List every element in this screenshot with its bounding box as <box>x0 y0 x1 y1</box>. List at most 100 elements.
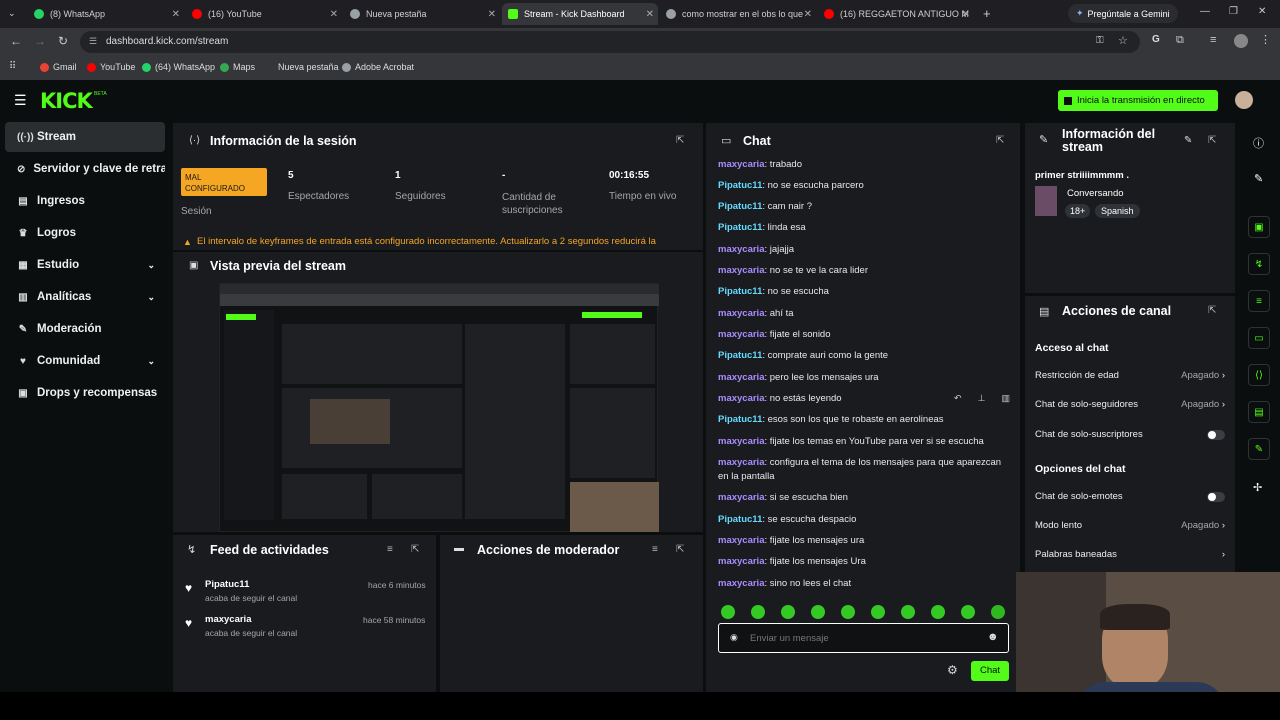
emote-icon[interactable] <box>961 605 975 619</box>
chat-input[interactable]: ◉ Enviar un mensaje ☻ <box>718 623 1009 653</box>
chat-username[interactable]: maxycaria <box>718 492 764 503</box>
chat-username[interactable]: maxycaria <box>718 265 764 276</box>
chat-message[interactable]: Pipatuc11: se escucha despacio <box>718 513 1008 527</box>
banned-words-row[interactable]: Palabras baneadas › <box>1035 549 1225 560</box>
sidebar-item-comunidad[interactable]: ♥ Comunidad ⌄ <box>5 346 165 376</box>
chat-username[interactable]: maxycaria <box>718 372 764 383</box>
tab-search-list-icon[interactable]: ≡ <box>1210 34 1216 46</box>
close-tab-icon[interactable]: ✕ <box>172 9 180 20</box>
chat-settings-gear-icon[interactable]: ⚙ <box>947 663 958 677</box>
filter-icon[interactable]: ≡ <box>387 544 393 555</box>
hamburger-menu-icon[interactable]: ☰ <box>14 92 27 109</box>
sidebar-item-ingresos[interactable]: ▤ Ingresos <box>5 186 165 216</box>
chat-username[interactable]: Pipatuc11 <box>718 414 762 425</box>
chat-username[interactable]: maxycaria <box>718 308 764 319</box>
chat-message[interactable]: maxycaria: ahí ta <box>718 307 1008 321</box>
browser-tab-google[interactable]: como mostrar en el obs lo que ✕ <box>660 3 816 25</box>
new-tab-button[interactable]: + <box>983 6 991 21</box>
bookmark-gmail[interactable]: Gmail <box>40 62 77 72</box>
rail-channel-button[interactable]: ▤ <box>1248 401 1270 423</box>
chat-message[interactable]: maxycaria: sino no lees el chat <box>718 577 1008 591</box>
close-tab-icon[interactable]: ✕ <box>804 9 812 20</box>
chat-username[interactable]: Pipatuc11 <box>718 201 762 212</box>
feed-user[interactable]: maxycaria <box>205 614 251 625</box>
popout-icon[interactable]: ⇱ <box>1208 305 1216 316</box>
emote-icon[interactable] <box>781 605 795 619</box>
emote-icon[interactable] <box>751 605 765 619</box>
bookmark-maps[interactable]: Maps <box>220 62 255 72</box>
emotes-only-toggle[interactable] <box>1207 491 1225 502</box>
chat-message[interactable]: maxycaria: fijate el sonido <box>718 328 1008 342</box>
smiley-icon[interactable]: ☻ <box>987 631 999 643</box>
close-tab-icon[interactable]: ✕ <box>488 9 496 20</box>
minimize-icon[interactable]: — <box>1200 6 1210 17</box>
emote-icon[interactable] <box>991 605 1005 619</box>
edit-icon[interactable]: ✎ <box>1254 172 1263 185</box>
emote-picker-icon[interactable]: ◉ <box>730 632 738 643</box>
bookmark-whatsapp[interactable]: (64) WhatsApp <box>142 62 215 72</box>
maximize-icon[interactable]: ❐ <box>1229 6 1238 17</box>
edit-pencil-icon[interactable]: ✎ <box>1184 135 1192 146</box>
rail-chat-button[interactable]: ▭ <box>1248 327 1270 349</box>
browser-tab-kick[interactable]: Stream - Kick Dashboard ✕ <box>502 3 658 25</box>
chat-username[interactable]: Pipatuc11 <box>718 350 762 361</box>
chat-username[interactable]: maxycaria <box>718 393 764 404</box>
popout-icon[interactable]: ⇱ <box>1208 135 1216 146</box>
chat-username[interactable]: maxycaria <box>718 578 764 589</box>
info-icon[interactable]: ⓘ <box>1253 135 1264 151</box>
reload-icon[interactable]: ↻ <box>58 34 68 48</box>
subs-only-row[interactable]: Chat de solo-suscriptores <box>1035 429 1225 440</box>
rail-stream-button[interactable]: ⟨⟩ <box>1248 364 1270 386</box>
forward-icon[interactable]: → <box>34 34 46 48</box>
bookmark-youtube[interactable]: YouTube <box>87 62 135 72</box>
close-window-icon[interactable]: ✕ <box>1258 6 1266 17</box>
chat-message[interactable]: maxycaria: si se escucha bien <box>718 491 1008 505</box>
followers-only-row[interactable]: Chat de solo-seguidores Apagado › <box>1035 399 1225 410</box>
sidebar-item-moderacion[interactable]: ✎ Moderación <box>5 314 165 344</box>
stream-preview-video[interactable] <box>219 283 659 532</box>
chat-message[interactable]: Pipatuc11: esos son los que te robaste e… <box>718 413 1008 427</box>
chat-message[interactable]: Pipatuc11: no se escucha <box>718 285 1008 299</box>
browser-tab-new[interactable]: Nueva pestaña ✕ <box>344 3 500 25</box>
rail-wrench-button[interactable]: ✎ <box>1248 438 1270 460</box>
sidebar-item-drops[interactable]: ▣ Drops y recompensas <box>5 378 165 408</box>
age-restriction-row[interactable]: Restricción de edad Apagado › <box>1035 370 1225 381</box>
chat-message[interactable]: Pipatuc11: linda esa <box>718 221 1008 235</box>
chat-message[interactable]: maxycaria: fijate los mensajes Ura <box>718 555 1008 569</box>
chat-message[interactable]: Pipatuc11: cam nair ? <box>718 200 1008 214</box>
chat-username[interactable]: maxycaria <box>718 436 764 447</box>
bookmark-star-icon[interactable]: ☆ <box>1118 34 1128 47</box>
chat-message[interactable]: Pipatuc11: no se escucha parcero <box>718 179 1008 193</box>
browser-tab-whatsapp[interactable]: (8) WhatsApp ✕ <box>28 3 184 25</box>
gemini-button[interactable]: ✦ Pregúntale a Gemini <box>1068 4 1178 23</box>
password-key-icon[interactable]: ⚿ <box>1096 35 1104 46</box>
popout-icon[interactable]: ⇱ <box>996 135 1004 146</box>
delete-icon[interactable]: ▥ <box>1001 393 1010 404</box>
send-chat-button[interactable]: Chat <box>971 661 1009 681</box>
emote-icon[interactable] <box>721 605 735 619</box>
emote-icon[interactable] <box>871 605 885 619</box>
subs-only-toggle[interactable] <box>1207 429 1225 440</box>
sidebar-item-server-key[interactable]: ⊘Servidor y clave de retransmisión <box>5 154 165 184</box>
close-tab-icon[interactable]: ✕ <box>962 9 970 20</box>
filter-icon[interactable]: ≡ <box>652 544 658 555</box>
chat-message[interactable]: maxycaria: no se te ve la cara lider <box>718 264 1008 278</box>
chat-username[interactable]: maxycaria <box>718 535 764 546</box>
chat-username[interactable]: Pipatuc11 <box>718 286 762 297</box>
chat-username[interactable]: maxycaria <box>718 329 764 340</box>
sidebar-item-estudio[interactable]: ▦ Estudio ⌄ <box>5 250 165 280</box>
bookmark-new-tab[interactable]: Nueva pestaña <box>278 62 339 72</box>
close-tab-icon[interactable]: ✕ <box>646 9 654 20</box>
slow-mode-row[interactable]: Modo lento Apagado › <box>1035 520 1225 531</box>
browser-tab-youtube[interactable]: (16) YouTube ✕ <box>186 3 342 25</box>
reply-icon[interactable]: ↶ <box>954 393 962 404</box>
chat-message[interactable]: maxycaria: pero lee los mensajes ura <box>718 371 1008 385</box>
chat-username[interactable]: maxycaria <box>718 457 764 468</box>
chat-username[interactable]: Pipatuc11 <box>718 222 762 233</box>
popout-icon[interactable]: ⇱ <box>676 544 684 555</box>
chat-message[interactable]: maxycaria: fijate los temas en YouTube p… <box>718 435 1008 449</box>
go-live-button[interactable]: Inicia la transmisión en directo <box>1058 90 1218 111</box>
emote-icon[interactable] <box>901 605 915 619</box>
chat-username[interactable]: maxycaria <box>718 244 764 255</box>
chat-message[interactable]: maxycaria: jajajja <box>718 243 1008 257</box>
